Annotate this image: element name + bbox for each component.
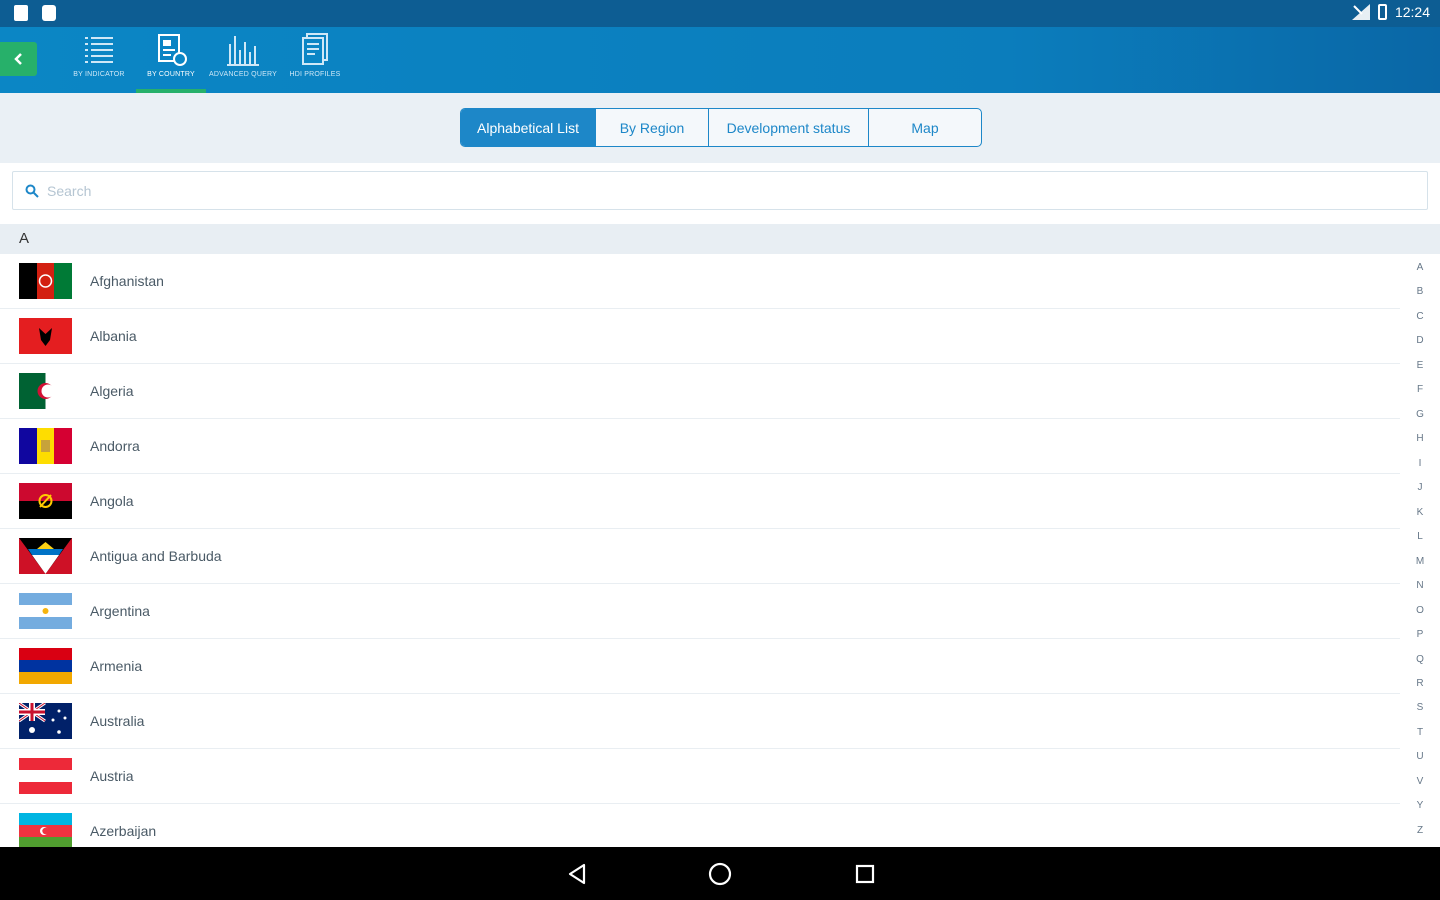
section-letter: A <box>19 230 30 247</box>
country-row-andorra[interactable]: Andorra <box>0 419 1400 474</box>
index-letter[interactable]: S <box>1417 702 1424 714</box>
country-doc-icon <box>158 34 187 66</box>
flag-albania-icon <box>19 318 72 354</box>
country-name: Andorra <box>90 438 140 454</box>
section-header: A <box>0 224 1440 254</box>
index-letter[interactable]: F <box>1417 384 1423 396</box>
tab-alphabetical-list[interactable]: Alphabetical List <box>461 109 596 146</box>
country-name: Antigua and Barbuda <box>90 548 222 564</box>
index-letter[interactable]: I <box>1419 458 1422 470</box>
app-bar: BY INDICATOR BY COUNTRY ADVANCED QUERY H… <box>0 27 1440 97</box>
tab-by-country[interactable]: BY COUNTRY <box>136 27 206 93</box>
search-icon <box>25 184 39 198</box>
index-letter[interactable]: O <box>1416 605 1424 617</box>
country-name: Austria <box>90 768 134 784</box>
country-row-antigua-and-barbuda[interactable]: Antigua and Barbuda <box>0 529 1400 584</box>
index-letter[interactable]: M <box>1416 556 1424 568</box>
country-row-afghanistan[interactable]: Afghanistan <box>0 254 1400 309</box>
index-letter[interactable]: T <box>1417 727 1423 739</box>
battery-icon <box>1377 4 1387 20</box>
tab-label: BY INDICATOR <box>73 71 125 78</box>
system-navigation-bar <box>0 847 1440 900</box>
flag-armenia-icon <box>19 648 72 684</box>
sd-card-icon <box>14 5 28 21</box>
country-row-azerbaijan[interactable]: Azerbaijan <box>0 804 1400 847</box>
back-triangle-icon[interactable] <box>562 859 592 889</box>
index-letter[interactable]: G <box>1416 409 1424 421</box>
tab-development-status[interactable]: Development status <box>709 109 869 146</box>
tab-map[interactable]: Map <box>869 109 981 146</box>
country-name: Australia <box>90 713 145 729</box>
search-input[interactable] <box>47 182 1347 199</box>
tab-advanced-query[interactable]: ADVANCED QUERY <box>208 27 278 93</box>
index-letter[interactable]: P <box>1417 629 1424 641</box>
flag-andorra-icon <box>19 428 72 464</box>
index-letter[interactable]: E <box>1417 360 1424 372</box>
country-row-australia[interactable]: Australia <box>0 694 1400 749</box>
view-toolbar: Alphabetical List By Region Development … <box>0 93 1440 163</box>
index-letter[interactable]: D <box>1416 335 1423 347</box>
list-icon <box>85 37 113 63</box>
country-name: Algeria <box>90 383 134 399</box>
clock: 12:24 <box>1394 4 1430 20</box>
country-name: Armenia <box>90 658 143 674</box>
country-list: Afghanistan Albania Algeria Andorra Ango… <box>0 254 1400 847</box>
flag-austria-icon <box>19 758 72 794</box>
notification-icon <box>42 5 56 21</box>
flag-azerbaijan-icon <box>19 813 72 847</box>
index-letter[interactable]: R <box>1416 678 1423 690</box>
index-letter[interactable]: Y <box>1417 800 1424 812</box>
country-name: Angola <box>90 493 134 509</box>
search-bar <box>12 171 1428 210</box>
tab-by-indicator[interactable]: BY INDICATOR <box>64 27 134 93</box>
country-name: Albania <box>90 328 137 344</box>
back-button[interactable] <box>0 42 37 76</box>
country-name: Azerbaijan <box>90 823 157 839</box>
index-letter[interactable]: B <box>1417 286 1424 298</box>
index-letter[interactable]: V <box>1417 776 1424 788</box>
recents-square-icon[interactable] <box>850 859 880 889</box>
flag-afghanistan-icon <box>19 263 72 299</box>
index-letter[interactable]: Z <box>1417 825 1423 837</box>
flag-antigua-and-barbuda-icon <box>19 538 72 574</box>
status-bar: 12:24 <box>0 0 1440 27</box>
home-circle-icon[interactable] <box>705 859 735 889</box>
country-name: Argentina <box>90 603 150 619</box>
index-letter[interactable]: A <box>1417 262 1424 274</box>
profile-doc-icon <box>302 33 328 65</box>
bar-chart-icon <box>227 36 259 66</box>
view-segmented-control: Alphabetical List By Region Development … <box>460 108 982 147</box>
index-letter[interactable]: C <box>1416 311 1423 323</box>
country-row-armenia[interactable]: Armenia <box>0 639 1400 694</box>
chevron-left-icon <box>13 53 22 65</box>
signal-icon <box>1351 4 1370 20</box>
flag-argentina-icon <box>19 593 72 629</box>
country-row-albania[interactable]: Albania <box>0 309 1400 364</box>
alphabet-index[interactable]: A B C D E F G H I J K L M N O P Q R S T … <box>1405 262 1435 837</box>
tab-label: BY COUNTRY <box>147 71 195 78</box>
index-letter[interactable]: U <box>1416 751 1423 763</box>
index-letter[interactable]: K <box>1417 507 1424 519</box>
flag-algeria-icon <box>19 373 72 409</box>
index-letter[interactable]: N <box>1416 580 1423 592</box>
tab-label: ADVANCED QUERY <box>209 71 277 78</box>
tab-by-region[interactable]: By Region <box>596 109 709 146</box>
index-letter[interactable]: Q <box>1416 654 1424 666</box>
country-name: Afghanistan <box>90 273 164 289</box>
country-row-algeria[interactable]: Algeria <box>0 364 1400 419</box>
country-row-argentina[interactable]: Argentina <box>0 584 1400 639</box>
country-row-austria[interactable]: Austria <box>0 749 1400 804</box>
tab-label: HDI PROFILES <box>289 71 341 78</box>
country-row-angola[interactable]: Angola <box>0 474 1400 529</box>
tab-hdi-profiles[interactable]: HDI PROFILES <box>280 27 350 93</box>
flag-angola-icon <box>19 483 72 519</box>
flag-australia-icon <box>19 703 72 739</box>
index-letter[interactable]: J <box>1418 482 1423 494</box>
index-letter[interactable]: L <box>1417 531 1423 543</box>
index-letter[interactable]: H <box>1416 433 1423 445</box>
